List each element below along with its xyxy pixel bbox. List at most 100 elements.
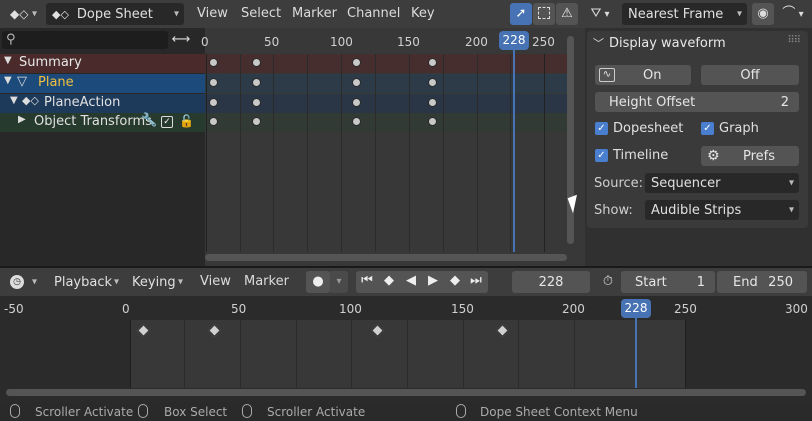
prev-keyframe-icon[interactable]: ◆ [379,273,399,288]
timeline-menu-marker[interactable]: Marker [244,268,289,296]
clock-icon: ◷ [10,275,24,289]
show-value: Audible Strips [651,202,742,218]
timeline-playhead[interactable]: 228 [621,299,651,318]
snap-mode-dropdown[interactable]: Nearest Frame ▾ [622,3,747,25]
preview-range-toggle[interactable]: ⏱ [598,271,618,293]
snap-mode-label: Nearest Frame [628,6,724,22]
prefs-button[interactable]: ⚙ Prefs [701,146,799,166]
status-item-scroller-activate-2: Scroller Activate [267,405,366,419]
channel-row-object-transforms[interactable]: ▶ Object Transforms 🔧 ✓ 🔓 [0,113,205,132]
ruler-tick-200: 200 [465,35,488,49]
keyframe[interactable] [252,117,261,126]
mode-dropdown[interactable]: ◆◇ Dope Sheet ▾ [46,3,184,25]
keyframe[interactable] [209,98,218,107]
waveform-icon: ∿ [599,68,615,82]
keyframe[interactable] [428,98,437,107]
drag-handle-icon[interactable]: ⠿⠿ [787,35,801,46]
status-item-scroller-activate: Scroller Activate [35,405,134,419]
keyframe[interactable] [252,78,261,87]
prefs-label: Prefs [742,148,776,164]
swap-filter-button[interactable]: ⟷ [170,31,192,49]
keyframe[interactable] [209,117,218,126]
start-value: 1 [696,274,705,290]
timeline-checkbox-label: Timeline [613,148,669,163]
channel-row-planeaction[interactable]: ▼ ◆◇ PlaneAction [0,94,205,113]
keyframe[interactable] [352,58,361,67]
current-frame-field[interactable]: 228 [512,271,590,293]
timeline-editor-type-dropdown[interactable]: ◷ ▾ [4,271,42,293]
jump-start-icon[interactable]: ⏮ [358,273,376,288]
keyframe[interactable] [428,58,437,67]
current-frame-indicator[interactable]: 228 [499,31,529,50]
grid-line [409,54,410,252]
keyframe[interactable] [428,78,437,87]
playback-label: Playback [54,274,113,290]
menu-channel[interactable]: Channel [347,0,400,28]
next-keyframe-icon[interactable]: ◆ [445,273,465,288]
waveform-off-button[interactable]: Off [701,65,799,85]
menu-view[interactable]: View [197,0,228,28]
play-reverse-icon[interactable]: ◀ [401,273,421,288]
expand-triangle-icon: ▶ [18,114,26,125]
waveform-panel-title: Display waveform [609,36,726,51]
unlock-icon[interactable]: 🔓 [179,114,194,128]
keyframe[interactable] [252,98,261,107]
only-errors-toggle[interactable]: ⚠ [556,3,578,25]
expand-triangle-icon: ▼ [4,55,12,66]
keyframe[interactable] [352,78,361,87]
playback-dropdown[interactable]: Playback ▾ [48,271,124,293]
auto-keying-toggle[interactable]: ● [306,271,330,293]
mouse-left-icon [10,404,20,418]
keying-set-dropdown[interactable]: ▾ [330,271,348,293]
channel-search-input[interactable]: ⚲ [2,31,168,49]
graph-checkbox-label: Graph [719,121,759,136]
keyframe[interactable] [209,58,218,67]
show-hidden-toggle[interactable] [533,3,555,25]
graph-checkbox[interactable]: ✓ [701,122,714,135]
grid-line [477,54,478,252]
end-label: End [733,274,758,290]
menu-select[interactable]: Select [241,0,281,28]
falloff-dropdown[interactable]: ⌒ ▾ [776,3,810,25]
only-selected-toggle[interactable]: ➚ [510,3,532,25]
show-dropdown[interactable]: Audible Strips ▾ [645,200,799,220]
timeline-checkbox[interactable]: ✓ [595,149,608,162]
menu-key[interactable]: Key [411,0,435,28]
start-frame-field[interactable]: Start 1 [621,271,715,293]
source-value: Sequencer [651,175,721,191]
mouse-drag-icon [138,404,148,418]
editor-type-dropdown[interactable]: ◆◇ ▾ [4,3,42,25]
horizontal-scrollbar[interactable] [205,254,567,261]
keyframe[interactable] [352,117,361,126]
jump-end-icon[interactable]: ⏭ [467,273,485,288]
timeline-horizontal-scrollbar[interactable] [6,389,806,396]
source-dropdown[interactable]: Sequencer ▾ [645,173,799,193]
filters-dropdown[interactable]: ⛛ ▾ [584,3,616,25]
keyframe[interactable] [209,78,218,87]
checkbox-enabled-icon[interactable]: ✓ [161,116,173,128]
stopwatch-icon: ⏱ [602,274,614,289]
grid-line [574,320,575,388]
waveform-panel-header[interactable]: ﹀ Display waveform ⠿⠿ [587,31,808,55]
end-frame-field[interactable]: End 250 [717,271,807,293]
search-icon: ⚲ [6,32,16,47]
end-value: 250 [768,274,793,290]
play-icon[interactable]: ▶ [423,273,443,288]
proportional-edit-toggle[interactable]: ◉ [752,3,774,25]
height-offset-field[interactable]: Height Offset 2 [595,92,799,112]
playhead-line [513,42,515,252]
timeline-tick-300: 300 [785,302,808,316]
expand-triangle-icon: ▼ [4,75,12,86]
dopesheet-checkbox[interactable]: ✓ [595,122,608,135]
menu-marker[interactable]: Marker [292,0,337,28]
waveform-on-button[interactable]: ∿ On [595,65,691,85]
keying-dropdown[interactable]: Keying ▾ [126,271,188,293]
keyframe[interactable] [252,58,261,67]
channel-row-plane[interactable]: ▼ ▽ Plane [0,74,205,93]
wrench-icon[interactable]: 🔧 [141,113,157,128]
channel-row-summary[interactable]: ▼ Summary [0,54,205,73]
keyframe[interactable] [428,117,437,126]
keyframe[interactable] [352,98,361,107]
grid-line [510,54,511,252]
timeline-menu-view[interactable]: View [200,268,231,296]
